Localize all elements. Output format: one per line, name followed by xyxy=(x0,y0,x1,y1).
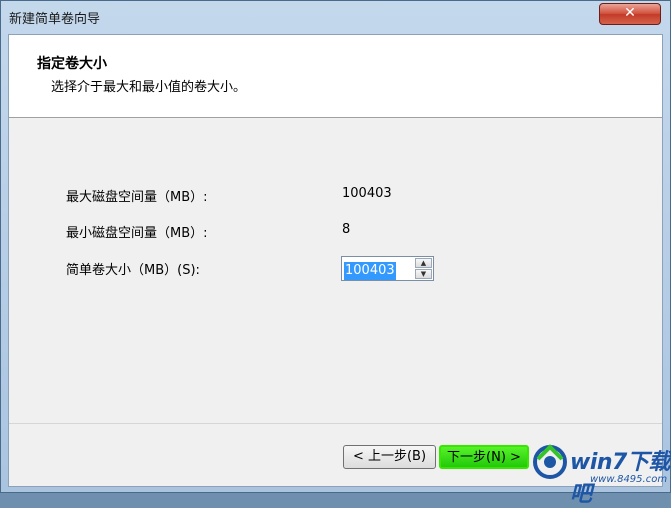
wizard-header: 指定卷大小 选择介于最大和最小值的卷大小。 xyxy=(9,35,662,118)
volume-size-input[interactable]: 100403 xyxy=(344,259,410,280)
volume-size-selected-text: 100403 xyxy=(344,262,396,280)
page-title: 指定卷大小 xyxy=(37,56,107,72)
page-subtitle: 选择介于最大和最小值的卷大小。 xyxy=(51,80,247,95)
volume-size-stepper[interactable]: 100403 ▲ ▼ xyxy=(341,256,434,281)
title-bar[interactable]: 新建简单卷向导 ✕ xyxy=(1,1,670,33)
close-icon: ✕ xyxy=(624,5,636,21)
window-title: 新建简单卷向导 xyxy=(9,12,101,27)
max-space-value: 100403 xyxy=(342,186,392,201)
wizard-client-area: 指定卷大小 选择介于最大和最小值的卷大小。 最大磁盘空间量（MB）: 10040… xyxy=(8,34,663,487)
stepper-down-button[interactable]: ▼ xyxy=(415,269,432,279)
close-button[interactable]: ✕ xyxy=(599,3,661,25)
watermark: win7下载吧 www.8495.com xyxy=(530,438,671,507)
stepper-buttons: ▲ ▼ xyxy=(415,258,432,279)
max-space-label: 最大磁盘空间量（MB）: xyxy=(66,190,208,205)
stepper-up-button[interactable]: ▲ xyxy=(415,258,432,268)
volume-size-label: 简单卷大小（MB）(S): xyxy=(66,263,200,278)
footer-divider xyxy=(9,423,662,424)
arrow-up-icon: ▲ xyxy=(420,259,427,267)
watermark-url: www.8495.com xyxy=(590,474,668,485)
back-button[interactable]: < 上一步(B) xyxy=(343,445,436,469)
next-button[interactable]: 下一步(N) > xyxy=(439,445,529,469)
arrow-down-icon: ▼ xyxy=(420,270,427,278)
min-space-value: 8 xyxy=(342,222,351,237)
min-space-label: 最小磁盘空间量（MB）: xyxy=(66,226,208,241)
win7-logo-icon xyxy=(533,444,567,479)
wizard-window: 新建简单卷向导 ✕ 指定卷大小 选择介于最大和最小值的卷大小。 最大磁盘空间量（… xyxy=(0,0,671,493)
